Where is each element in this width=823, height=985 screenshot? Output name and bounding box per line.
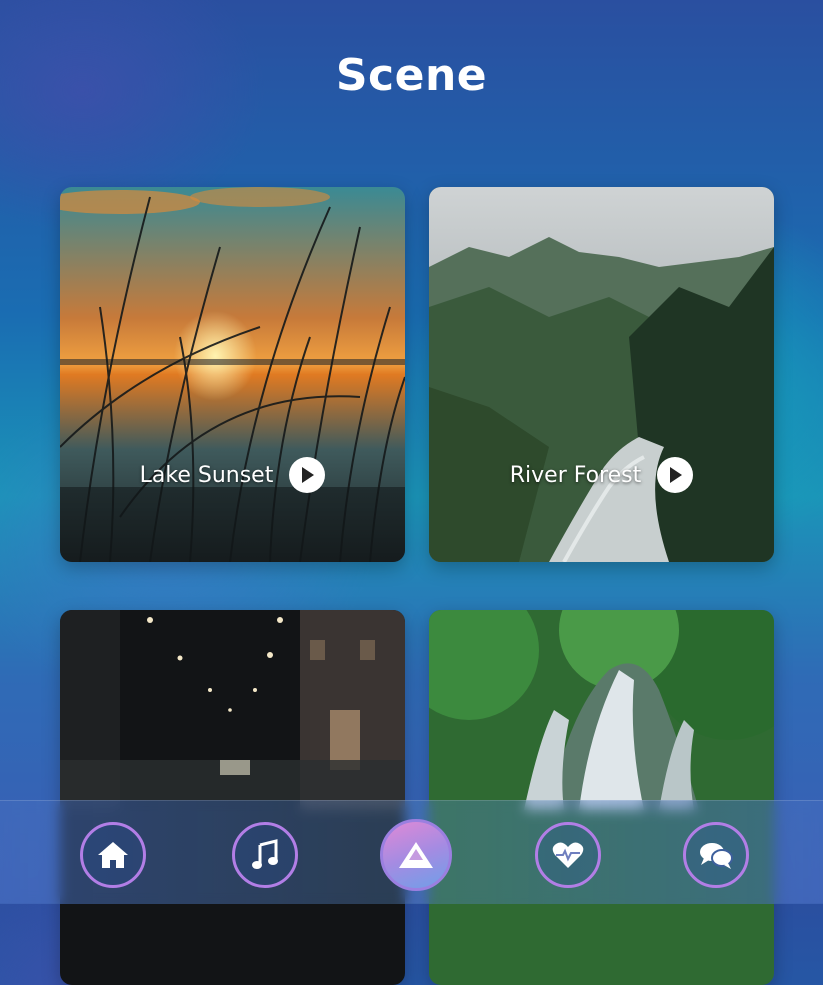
play-button[interactable] xyxy=(289,457,326,493)
nav-chat-button[interactable] xyxy=(683,822,749,888)
play-icon xyxy=(302,467,315,483)
scene-card-lake-sunset[interactable]: Lake Sunset xyxy=(60,187,405,562)
play-icon xyxy=(670,467,683,483)
scene-title: River Forest xyxy=(509,462,642,488)
mountain-icon xyxy=(399,842,433,868)
scene-title: Lake Sunset xyxy=(139,462,274,488)
scene-card-city-night[interactable] xyxy=(60,610,405,985)
chat-icon xyxy=(700,843,733,869)
home-icon xyxy=(98,842,128,868)
scene-card-waterfall[interactable] xyxy=(429,610,774,985)
music-icon xyxy=(252,839,278,869)
heart-pulse-icon xyxy=(552,842,584,868)
scene-card-label: River Forest xyxy=(429,457,774,493)
bottom-nav xyxy=(0,800,823,904)
nav-health-button[interactable] xyxy=(535,822,601,888)
nav-scene-button[interactable] xyxy=(380,819,452,891)
scene-card-label: Lake Sunset xyxy=(60,457,405,493)
river-forest-image xyxy=(429,187,774,562)
play-button[interactable] xyxy=(657,457,694,493)
nav-music-button[interactable] xyxy=(232,822,298,888)
lake-sunset-image xyxy=(60,187,405,562)
city-night-image xyxy=(60,610,405,985)
scene-card-river-forest[interactable]: River Forest xyxy=(429,187,774,562)
nav-home-button[interactable] xyxy=(80,822,146,888)
page-title: Scene xyxy=(335,50,488,101)
waterfall-image xyxy=(429,610,774,985)
